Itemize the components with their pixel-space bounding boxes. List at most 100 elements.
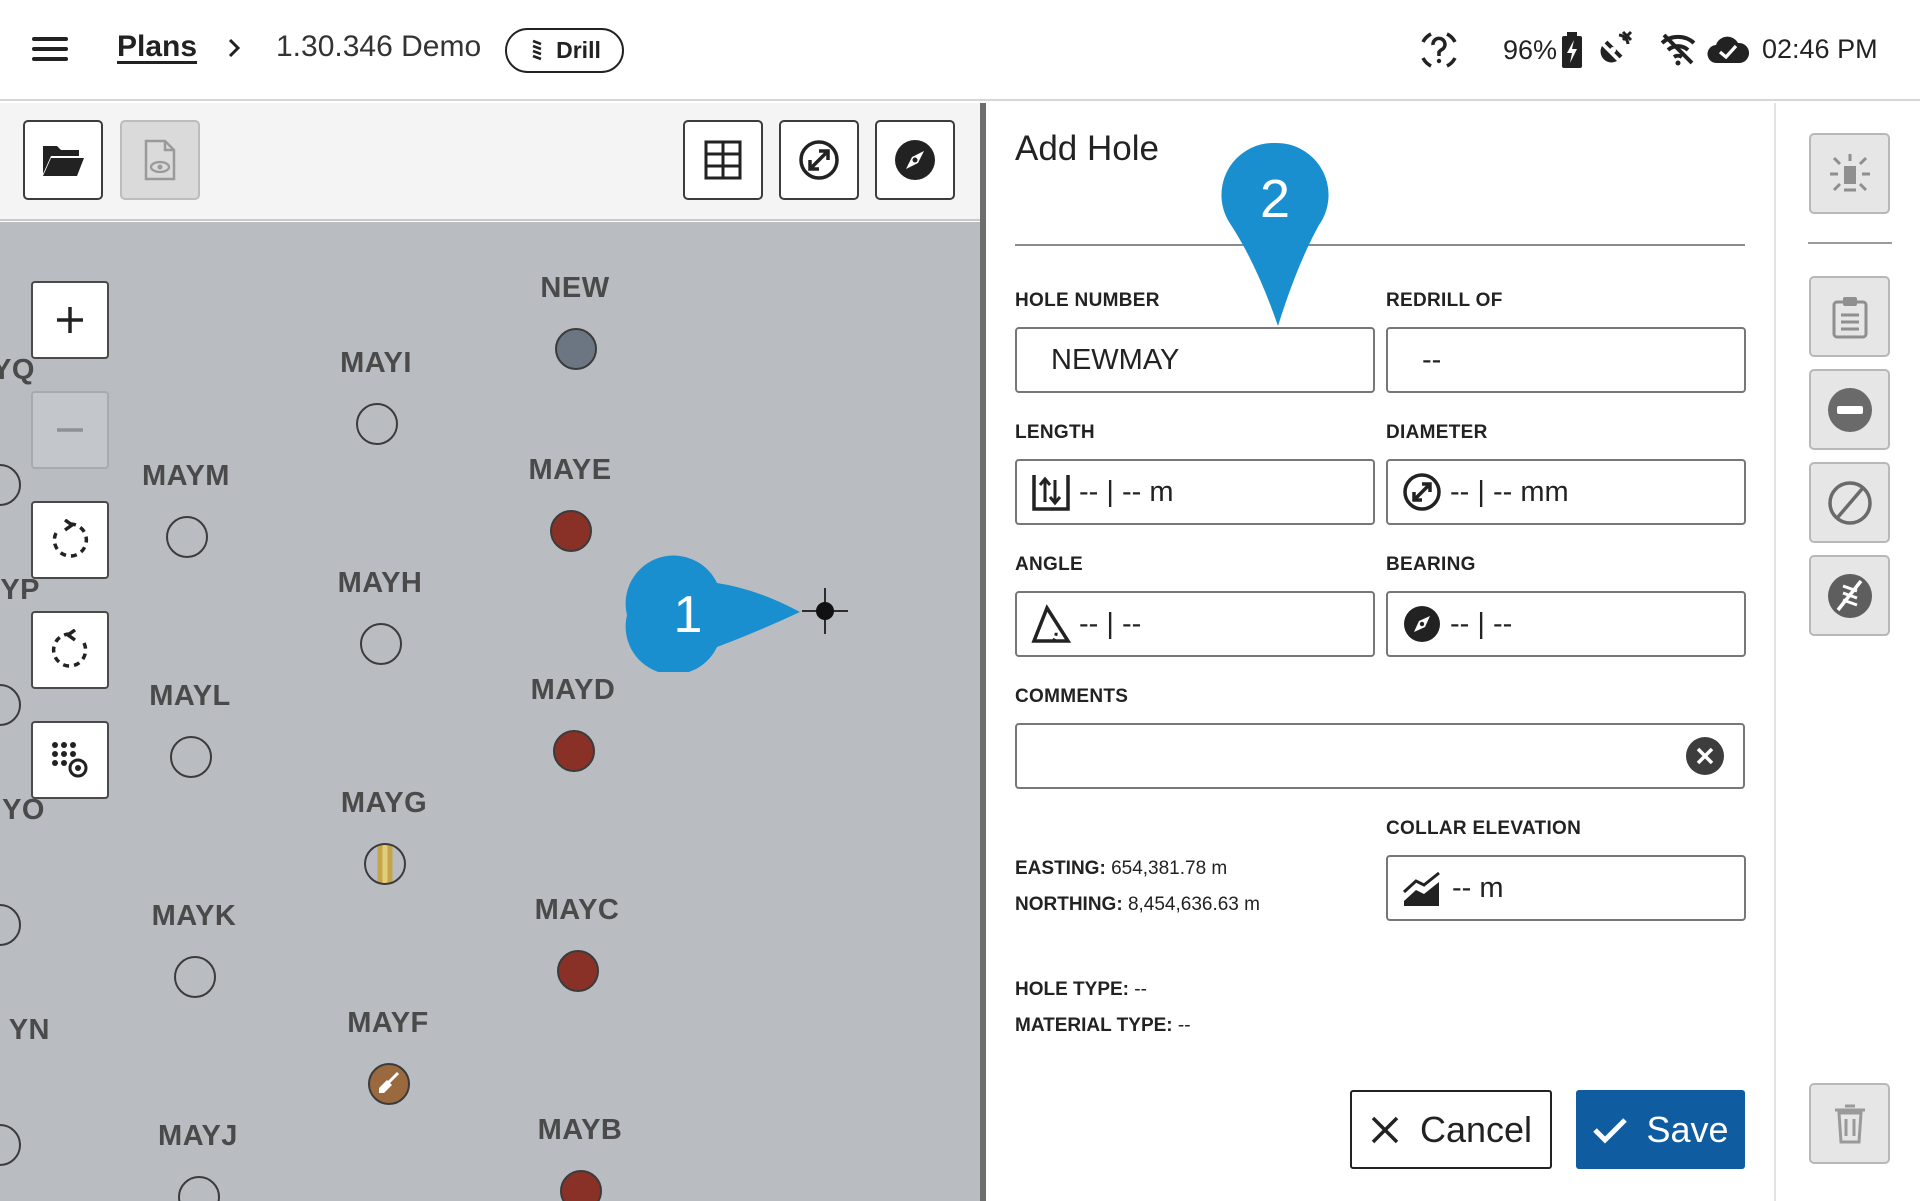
length-label: LENGTH <box>1015 422 1095 443</box>
hole-marker-partial[interactable] <box>364 843 406 885</box>
hole-mayc[interactable]: MAYC <box>457 894 697 1014</box>
hamburger-menu-icon[interactable] <box>30 34 72 64</box>
rotate-right-icon <box>52 519 89 558</box>
map-canvas[interactable]: NEW MAYI MAYE MAYM MAYH MAYD MAYL MAYG M… <box>0 222 980 1201</box>
zoom-in-button[interactable] <box>31 281 109 359</box>
right-action-rail <box>1774 103 1920 1201</box>
hole-marker-empty[interactable] <box>0 464 21 506</box>
hole-marker-empty[interactable] <box>166 516 208 558</box>
map-toolbar <box>0 103 980 221</box>
comments-input[interactable] <box>1015 723 1745 789</box>
hole-marker-drilled[interactable] <box>557 950 599 992</box>
hole-mayi[interactable]: MAYI <box>256 347 496 467</box>
hole-mayk[interactable]: MAYK <box>74 900 314 1020</box>
hole-edge-yn[interactable]: YN <box>0 1014 115 1166</box>
hole-marker-drilled[interactable] <box>550 510 592 552</box>
no-drill-button[interactable] <box>1809 555 1890 636</box>
zoom-out-button[interactable] <box>31 391 109 469</box>
hole-label: YQ <box>0 354 35 386</box>
hole-marker-empty[interactable] <box>360 623 402 665</box>
breadcrumb-plans-link[interactable]: Plans <box>117 30 197 64</box>
compass-icon <box>1404 606 1440 642</box>
satellite-off-icon <box>1600 30 1633 63</box>
callout-number-2: 2 <box>1260 169 1290 229</box>
add-hole-panel: Add Hole HOLE NUMBER NEWMAY REDRILL OF -… <box>986 103 1774 1201</box>
open-folder-button[interactable] <box>23 120 103 200</box>
compass-icon <box>895 140 935 180</box>
grid-view-button[interactable] <box>683 120 763 200</box>
hole-mayg[interactable]: MAYG <box>264 787 504 907</box>
preview-document-button[interactable] <box>120 120 200 200</box>
hole-marker-empty[interactable] <box>174 956 216 998</box>
hole-label: NEW <box>540 272 610 304</box>
save-button[interactable]: Save <box>1576 1090 1745 1169</box>
hole-marker-drilled[interactable] <box>560 1170 602 1201</box>
diameter-icon <box>1403 473 1441 511</box>
checkmark-icon <box>1593 1117 1628 1144</box>
bearing-input[interactable]: -- | -- <box>1386 591 1746 657</box>
hole-label: MAYG <box>340 787 428 819</box>
callout-marker-2: 2 <box>1221 142 1329 326</box>
wifi-off-icon <box>1660 33 1696 66</box>
bearing-label: BEARING <box>1386 554 1476 575</box>
drill-mode-badge[interactable]: Drill <box>505 28 624 73</box>
hole-marker-drilled[interactable] <box>553 730 595 772</box>
length-input[interactable]: -- | -- m <box>1015 459 1375 525</box>
callout-marker-1: 1 <box>625 555 800 672</box>
clock-time: 02:46 PM <box>1762 34 1878 64</box>
clear-icon[interactable] <box>1685 736 1725 776</box>
angle-input[interactable]: -- | -- <box>1015 591 1375 657</box>
compass-button[interactable] <box>875 120 955 200</box>
diameter-input[interactable]: -- | -- mm <box>1386 459 1746 525</box>
easting-value: 654,381.78 m <box>1111 858 1228 879</box>
hole-edge-yo[interactable]: YO <box>0 794 115 946</box>
rotate-left-icon <box>51 629 88 668</box>
hole-label: MAYB <box>537 1114 623 1146</box>
diameter-tool-button[interactable] <box>779 120 859 200</box>
delete-button[interactable] <box>1809 1083 1890 1164</box>
save-label: Save <box>1646 1108 1729 1150</box>
trash-icon <box>1834 1104 1865 1143</box>
hole-marker-empty[interactable] <box>0 1124 21 1166</box>
hole-marker-empty[interactable] <box>170 736 212 778</box>
collar-elevation-label: COLLAR ELEVATION <box>1386 818 1582 839</box>
hole-marker-empty[interactable] <box>356 403 398 445</box>
hole-pattern-settings-button[interactable] <box>31 721 109 799</box>
plus-icon <box>57 307 83 333</box>
length-icon <box>1032 475 1070 511</box>
blast-hole-button[interactable] <box>1809 133 1890 214</box>
cloud-synced-icon <box>1707 36 1749 64</box>
remove-hole-button[interactable] <box>1809 369 1890 450</box>
document-view-icon <box>144 139 176 181</box>
hole-mayd[interactable]: MAYD <box>453 674 693 794</box>
comments-label: COMMENTS <box>1015 686 1129 707</box>
hole-mayh[interactable]: MAYH <box>260 567 500 687</box>
hole-label: MAYE <box>528 454 612 486</box>
help-icon[interactable] <box>1417 28 1461 72</box>
form-title: Add Hole <box>1015 129 1159 168</box>
disable-hole-button[interactable] <box>1809 462 1890 543</box>
hole-marker-empty[interactable] <box>178 1176 220 1201</box>
notes-button[interactable] <box>1809 276 1890 357</box>
hole-marker-shovel[interactable] <box>368 1063 410 1105</box>
collar-elevation-input[interactable]: -- m <box>1386 855 1746 921</box>
hole-marker-empty[interactable] <box>0 684 21 726</box>
hole-mayb[interactable]: MAYB <box>460 1114 700 1201</box>
hole-label: MAYI <box>340 347 412 379</box>
redrill-of-input[interactable]: -- <box>1386 327 1746 393</box>
rotate-clockwise-button[interactable] <box>31 501 109 579</box>
rotate-counterclockwise-button[interactable] <box>31 611 109 689</box>
hole-mayf[interactable]: MAYF <box>268 1007 508 1127</box>
hole-marker-empty[interactable] <box>0 904 21 946</box>
app-header: Plans 1.30.346 Demo Drill 96% 02:46 PM <box>0 0 1920 101</box>
hole-marker-new[interactable] <box>555 328 597 370</box>
cancel-button[interactable]: Cancel <box>1350 1090 1552 1169</box>
redrill-of-value: -- <box>1422 343 1442 376</box>
dots-settings-icon <box>52 742 88 778</box>
material-type-label: MATERIAL TYPE: <box>1015 1015 1173 1036</box>
easting-readout: EASTING: 654,381.78 m <box>1015 858 1227 880</box>
diameter-icon <box>799 140 839 180</box>
northing-label: NORTHING: <box>1015 894 1123 915</box>
easting-label: EASTING: <box>1015 858 1106 879</box>
hole-number-input[interactable]: NEWMAY <box>1015 327 1375 393</box>
